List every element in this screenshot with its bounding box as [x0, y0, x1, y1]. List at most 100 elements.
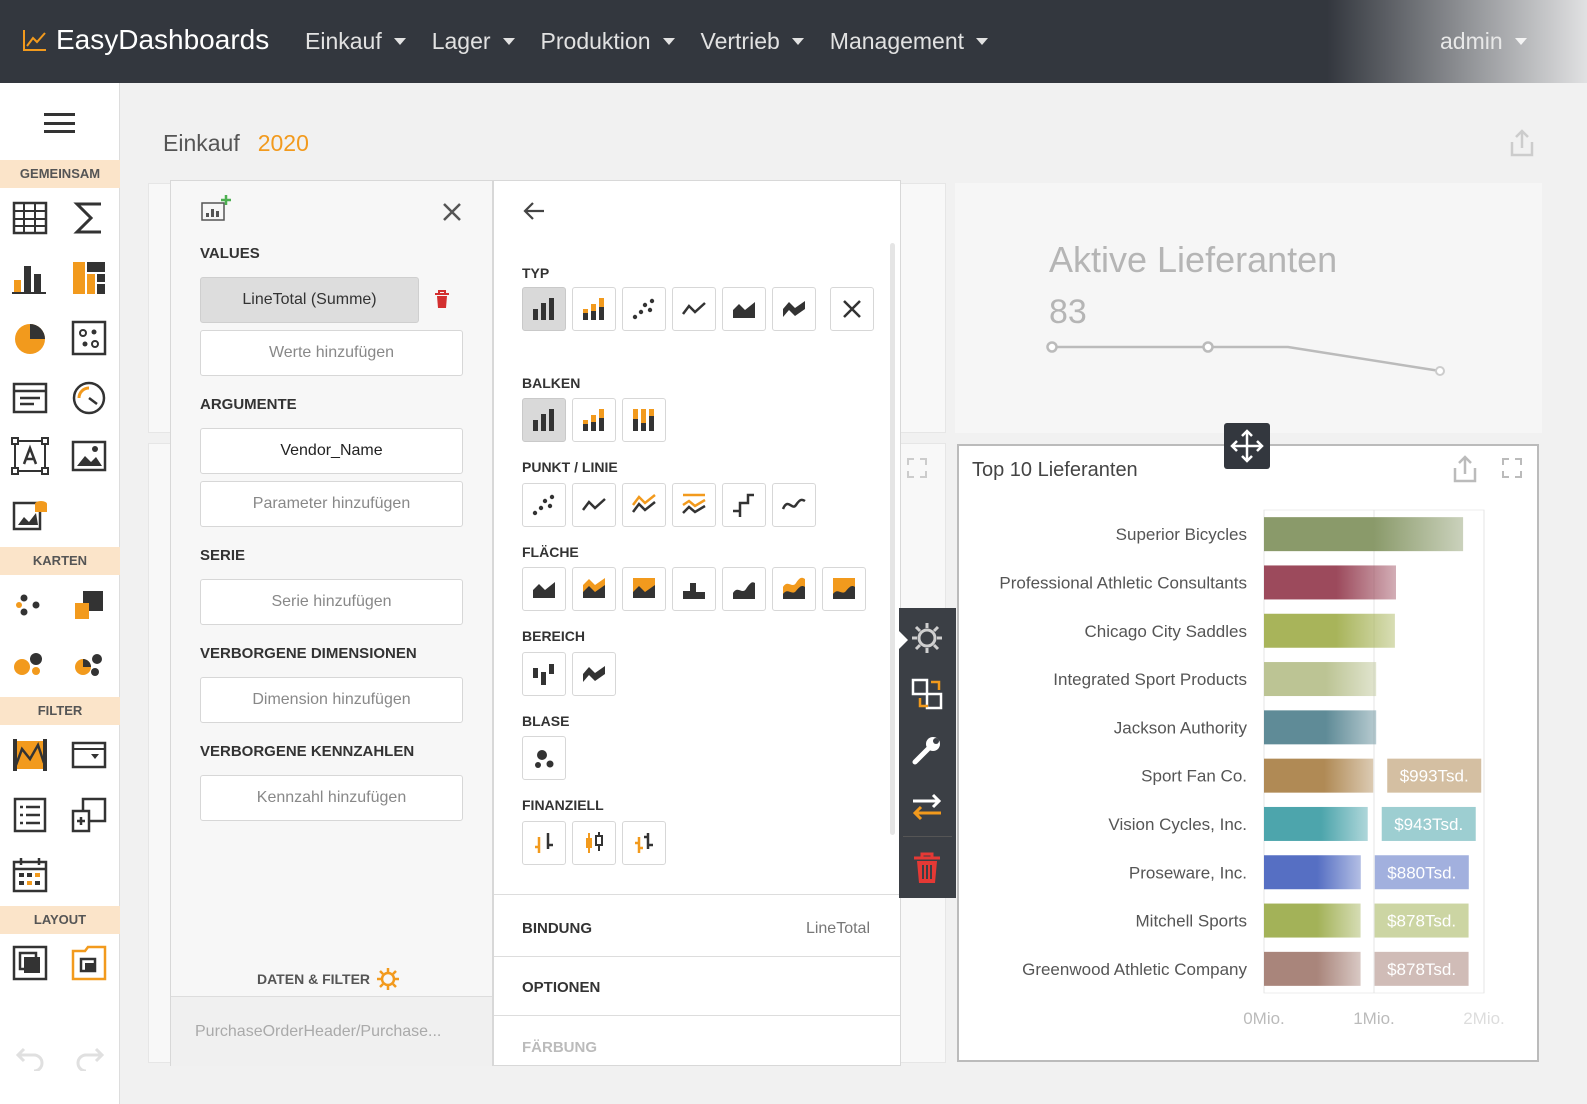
- point-button[interactable]: [522, 483, 566, 527]
- type-area-button[interactable]: [722, 287, 766, 331]
- full-stacked-area-button[interactable]: [622, 567, 666, 611]
- argument-item[interactable]: Vendor_Name: [200, 428, 463, 474]
- gear-icon: [377, 968, 400, 990]
- choropleth-map-icon[interactable]: [69, 585, 109, 625]
- nav-produktion[interactable]: Produktion: [541, 28, 675, 55]
- data-filter-button[interactable]: DATEN & FILTER: [257, 967, 400, 991]
- bar[interactable]: [1264, 662, 1377, 697]
- add-parameter-button[interactable]: Parameter hinzufügen: [200, 481, 463, 527]
- options-section-label[interactable]: OPTIONEN: [522, 979, 600, 996]
- full-stacked-bar-button[interactable]: [622, 398, 666, 442]
- swap-icon[interactable]: [909, 789, 945, 825]
- stacked-spline-area-button[interactable]: [772, 567, 816, 611]
- stacked-line-icon: [632, 494, 656, 513]
- scatter-card-icon[interactable]: [69, 318, 109, 358]
- nav-vertrieb[interactable]: Vertrieb: [701, 28, 804, 55]
- nav-einkauf[interactable]: Einkauf: [305, 28, 406, 55]
- bar[interactable]: [1264, 855, 1361, 890]
- high-low-close-button[interactable]: [522, 821, 566, 865]
- bar[interactable]: [1264, 758, 1374, 793]
- add-value-button[interactable]: Werte hinzufügen: [200, 330, 463, 376]
- stock-button[interactable]: [622, 821, 666, 865]
- list-filter-icon[interactable]: [10, 795, 50, 835]
- type-remove-button[interactable]: [830, 287, 874, 331]
- trash-icon[interactable]: [433, 289, 451, 309]
- add-series-button[interactable]: Serie hinzufügen: [200, 579, 463, 625]
- line-button[interactable]: [572, 483, 616, 527]
- stacked-area-button[interactable]: [572, 567, 616, 611]
- spline-area-button[interactable]: [722, 567, 766, 611]
- range-area-button[interactable]: [572, 652, 616, 696]
- binding-section-label[interactable]: BINDUNG: [522, 920, 592, 937]
- bar[interactable]: [1264, 903, 1361, 938]
- bound-image-icon[interactable]: [10, 495, 50, 535]
- step-line-button[interactable]: [722, 483, 766, 527]
- hamburger-menu-icon[interactable]: [44, 113, 75, 133]
- coloring-section-label[interactable]: FÄRBUNG: [522, 1039, 597, 1056]
- export-icon[interactable]: [1508, 128, 1536, 158]
- nav-lager[interactable]: Lager: [432, 28, 515, 55]
- range-bar-button[interactable]: [522, 652, 566, 696]
- date-filter-icon[interactable]: [10, 855, 50, 895]
- type-line-button[interactable]: [672, 287, 716, 331]
- bar-chart-icon[interactable]: [10, 258, 50, 298]
- close-icon[interactable]: [441, 201, 463, 223]
- group-icon[interactable]: [10, 943, 50, 983]
- datasource-path[interactable]: PurchaseOrderHeader/Purchase...: [195, 1023, 441, 1041]
- step-area-button[interactable]: [672, 567, 716, 611]
- image-icon[interactable]: [69, 436, 109, 476]
- pie-map-icon[interactable]: [69, 643, 109, 683]
- bar[interactable]: [1264, 951, 1361, 986]
- text-box-icon[interactable]: [10, 436, 50, 476]
- add-dimension-button[interactable]: Dimension hinzufügen: [200, 677, 463, 723]
- grid-table-icon[interactable]: [10, 198, 50, 238]
- gear-icon[interactable]: [909, 620, 945, 656]
- text-card-icon[interactable]: [10, 378, 50, 418]
- add-measure-button[interactable]: Kennzahl hinzufügen: [200, 775, 463, 821]
- type-stacked-bar-button[interactable]: [572, 287, 616, 331]
- scrollbar[interactable]: [890, 243, 895, 835]
- stacked-line-button[interactable]: [622, 483, 666, 527]
- candlestick-button[interactable]: [572, 821, 616, 865]
- bubble-map-icon[interactable]: [10, 643, 50, 683]
- move-handle[interactable]: [1224, 423, 1270, 469]
- value-item[interactable]: LineTotal (Summe): [200, 277, 419, 323]
- type-point-button[interactable]: [622, 287, 666, 331]
- wrench-icon[interactable]: [909, 732, 945, 768]
- treemap-icon[interactable]: [69, 258, 109, 298]
- gauge-icon[interactable]: [69, 378, 109, 418]
- chart-card-top10[interactable]: Top 10 Lieferanten Superior Bicycles Prof…: [957, 444, 1539, 1062]
- redo-icon[interactable]: [74, 1043, 106, 1071]
- full-stacked-line-button[interactable]: [672, 483, 716, 527]
- user-menu[interactable]: admin: [1440, 28, 1527, 55]
- kpi-card-aktive-lieferanten[interactable]: Aktive Lieferanten 83: [955, 183, 1542, 433]
- bar[interactable]: [1264, 565, 1396, 600]
- range-filter-icon[interactable]: [10, 735, 50, 775]
- pie-chart-icon[interactable]: [10, 318, 50, 358]
- type-bar-button[interactable]: [522, 287, 566, 331]
- convert-icon[interactable]: [909, 676, 945, 712]
- tab-container-icon[interactable]: [69, 943, 109, 983]
- nav-management[interactable]: Management: [830, 28, 989, 55]
- app-logo[interactable]: EasyDashboards: [22, 24, 269, 56]
- bar-chart-icon: [533, 298, 554, 320]
- arrow-left-icon[interactable]: [522, 200, 546, 222]
- full-stacked-spline-area-button[interactable]: [822, 567, 866, 611]
- dot-map-icon[interactable]: [10, 585, 50, 625]
- bar[interactable]: [1264, 806, 1368, 841]
- bubble-button[interactable]: [522, 736, 566, 780]
- spline-button[interactable]: [772, 483, 816, 527]
- delete-icon[interactable]: [909, 850, 945, 886]
- type-range-area-button[interactable]: [772, 287, 816, 331]
- area-button[interactable]: [522, 567, 566, 611]
- sum-icon[interactable]: [69, 198, 109, 238]
- tree-filter-icon[interactable]: [69, 795, 109, 835]
- combobox-filter-icon[interactable]: [69, 735, 109, 775]
- expand-icon[interactable]: [905, 456, 929, 480]
- bar[interactable]: [1264, 710, 1377, 745]
- bar[interactable]: [1264, 517, 1464, 552]
- bar[interactable]: [1264, 613, 1395, 648]
- undo-icon[interactable]: [14, 1043, 46, 1071]
- bar-button[interactable]: [522, 398, 566, 442]
- stacked-bar-button[interactable]: [572, 398, 616, 442]
